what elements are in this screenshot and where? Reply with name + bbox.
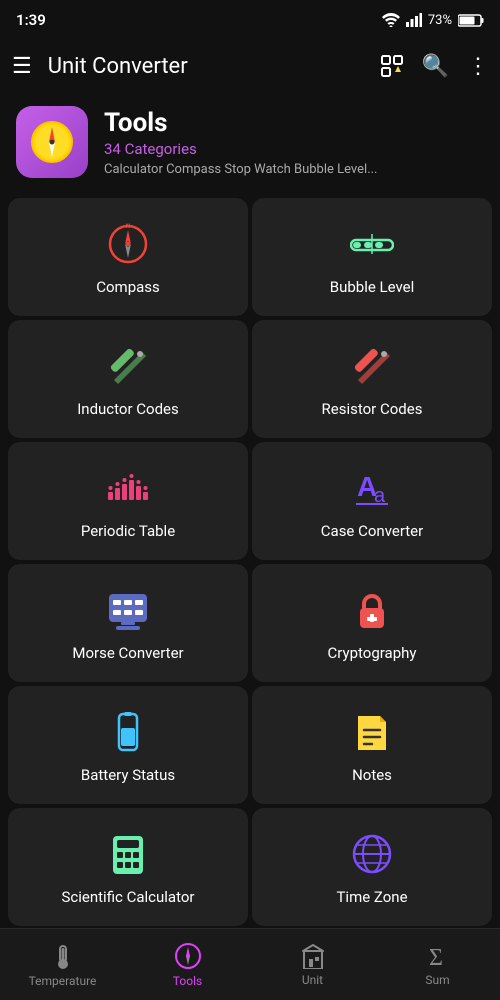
nav-sum-label: Sum <box>425 973 449 987</box>
notes-label: Notes <box>352 766 392 784</box>
app-title: Unit Converter <box>48 54 364 79</box>
top-bar-actions: 🔍 ⋮ <box>380 54 488 79</box>
globe-icon <box>350 832 394 876</box>
grid-item-battery[interactable]: Battery Status <box>8 686 248 804</box>
menu-button[interactable]: ☰ <box>12 54 32 79</box>
compass-icon: N <box>106 222 150 266</box>
grid-item-case[interactable]: A a Case Converter <box>252 442 492 560</box>
periodic-icon <box>106 466 150 510</box>
svg-text:Σ: Σ <box>429 945 443 969</box>
nav-temperature-label: Temperature <box>29 974 97 988</box>
grid-item-calc[interactable]: Scientific Calculator <box>8 808 248 926</box>
tools-grid: N Compass Bubble Level Indu <box>0 194 500 930</box>
timezone-label: Time Zone <box>336 888 407 906</box>
fav-grid-button[interactable] <box>380 54 404 78</box>
calc-icon <box>106 832 150 876</box>
status-time: 1:39 <box>16 11 46 29</box>
notes-icon <box>350 710 394 754</box>
category-header: Tools 34 Categories Calculator Compass S… <box>0 96 500 194</box>
category-info: Tools 34 Categories Calculator Compass S… <box>104 108 378 177</box>
grid-item-morse[interactable]: Morse Converter <box>8 564 248 682</box>
more-button[interactable]: ⋮ <box>467 54 488 79</box>
wifi-icon <box>382 13 400 27</box>
grid-item-compass[interactable]: N Compass <box>8 198 248 316</box>
battery-icon <box>458 14 484 27</box>
periodic-label: Periodic Table <box>81 522 175 540</box>
nav-unit-label: Unit <box>302 973 323 987</box>
morse-icon <box>106 588 150 632</box>
battery-status-text: 73% <box>428 13 452 28</box>
crypto-icon <box>350 588 394 632</box>
grid-item-periodic[interactable]: Periodic Table <box>8 442 248 560</box>
calc-label: Scientific Calculator <box>62 888 195 906</box>
nav-item-unit[interactable]: Unit <box>250 943 375 987</box>
status-icons: 73% <box>382 13 484 28</box>
grid-item-inductor[interactable]: Inductor Codes <box>8 320 248 438</box>
category-name: Tools <box>104 108 378 138</box>
grid-item-crypto[interactable]: Cryptography <box>252 564 492 682</box>
nav-item-temperature[interactable]: Temperature <box>0 942 125 988</box>
status-bar: 1:39 73% <box>0 0 500 36</box>
morse-label: Morse Converter <box>72 644 183 662</box>
svg-text:N: N <box>126 223 130 230</box>
resistor-label: Resistor Codes <box>322 400 423 418</box>
bottom-nav: Temperature Tools Unit Σ <box>0 928 500 1000</box>
category-count: 34 Categories <box>104 140 378 158</box>
grid-item-notes[interactable]: Notes <box>252 686 492 804</box>
grid-item-resistor[interactable]: Resistor Codes <box>252 320 492 438</box>
crypto-label: Cryptography <box>328 644 417 662</box>
thermometer-icon <box>51 942 75 970</box>
compass-nav-icon <box>174 942 202 970</box>
resistor-icon <box>350 344 394 388</box>
nav-item-sum[interactable]: Σ Sum <box>375 943 500 987</box>
building-icon <box>301 943 325 969</box>
inductor-label: Inductor Codes <box>77 400 179 418</box>
grid-item-bubble-level[interactable]: Bubble Level <box>252 198 492 316</box>
grid-item-timezone[interactable]: Time Zone <box>252 808 492 926</box>
nav-item-tools[interactable]: Tools <box>125 942 250 988</box>
category-icon <box>16 106 88 178</box>
bubble-level-label: Bubble Level <box>330 278 415 296</box>
case-label: Case Converter <box>321 522 423 540</box>
sigma-icon: Σ <box>426 943 450 969</box>
search-button[interactable]: 🔍 <box>422 54 449 79</box>
battery-label: Battery Status <box>81 766 175 784</box>
compass-label: Compass <box>96 278 160 296</box>
bubble-level-icon <box>350 222 394 266</box>
inductor-icon <box>106 344 150 388</box>
top-bar: ☰ Unit Converter 🔍 ⋮ <box>0 36 500 96</box>
signal-icon <box>406 13 422 27</box>
case-icon: A a <box>350 466 394 510</box>
category-description: Calculator Compass Stop Watch Bubble Lev… <box>104 162 378 177</box>
nav-tools-label: Tools <box>173 974 202 988</box>
battery-status-icon <box>106 710 150 754</box>
